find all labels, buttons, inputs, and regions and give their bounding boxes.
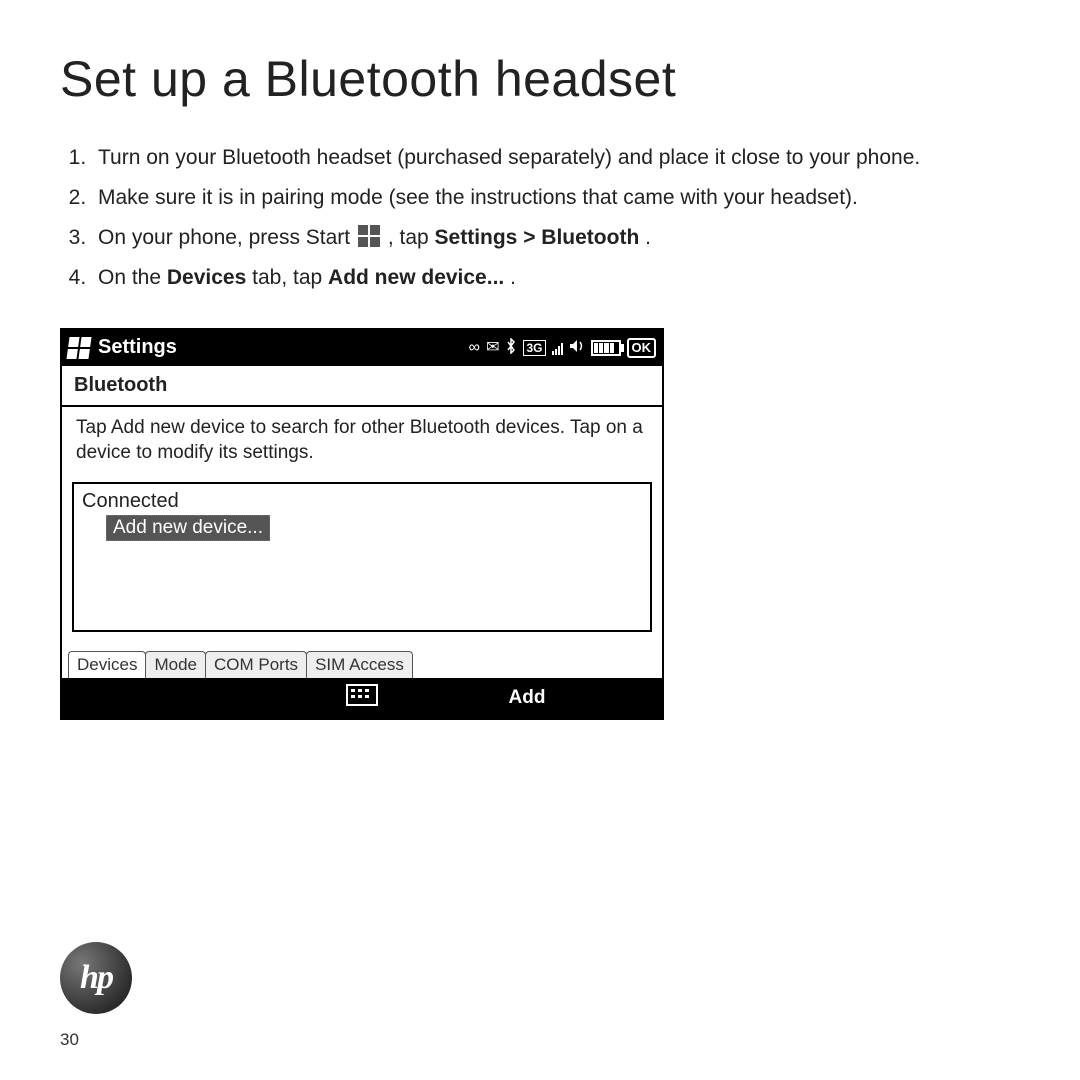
tab-strip: Devices Mode COM Ports SIM Access xyxy=(62,648,662,678)
step-3: On your phone, press Start , tap Setting… xyxy=(92,218,1020,258)
device-screenshot: Settings ∞ ✉ 3G OK Bluetooth Tap Add new… xyxy=(60,328,664,720)
list-group-label: Connected xyxy=(82,490,642,513)
step-3-text-mid: , tap xyxy=(388,226,435,249)
page-number: 30 xyxy=(60,1030,132,1050)
tab-sim-access[interactable]: SIM Access xyxy=(306,651,413,678)
titlebar-text: Settings xyxy=(98,336,177,359)
tab-devices[interactable]: Devices xyxy=(68,651,146,678)
device-listbox[interactable]: Connected Add new device... xyxy=(72,482,652,632)
screen-instruction: Tap Add new device to search for other B… xyxy=(62,407,662,482)
step-3-text-pre: On your phone, press Start xyxy=(98,226,356,249)
step-4: On the Devices tab, tap Add new device..… xyxy=(92,258,1020,298)
signal-icon xyxy=(552,341,563,355)
page-footer: hp 30 xyxy=(60,942,132,1050)
step-4-end: . xyxy=(510,266,516,289)
screen-subheader: Bluetooth xyxy=(62,366,662,407)
battery-icon xyxy=(591,340,621,356)
hp-logo: hp xyxy=(60,942,132,1014)
step-3-bold: Settings > Bluetooth xyxy=(435,226,640,249)
page-title: Set up a Bluetooth headset xyxy=(60,50,1020,108)
ok-button[interactable]: OK xyxy=(627,338,657,358)
add-new-device-item[interactable]: Add new device... xyxy=(106,515,270,541)
step-2: Make sure it is in pairing mode (see the… xyxy=(92,178,1020,218)
tab-com-ports[interactable]: COM Ports xyxy=(205,651,307,678)
step-4-mid: tab, tap xyxy=(252,266,328,289)
bluetooth-icon xyxy=(505,338,517,358)
network-badge: 3G xyxy=(523,340,545,356)
status-tray: ∞ ✉ 3G OK xyxy=(469,338,656,358)
hp-logo-text: hp xyxy=(80,959,112,997)
titlebar: Settings ∞ ✉ 3G OK xyxy=(62,330,662,366)
mail-icon: ✉ xyxy=(486,340,499,356)
windows-flag-icon xyxy=(66,337,91,359)
instruction-list: Turn on your Bluetooth headset (purchase… xyxy=(60,138,1020,298)
softkey-bar: Add xyxy=(62,678,662,718)
keyboard-button[interactable] xyxy=(332,684,392,711)
keyboard-icon xyxy=(346,684,378,706)
softkey-right-add[interactable]: Add xyxy=(392,687,662,709)
speaker-icon xyxy=(569,339,585,357)
start-icon xyxy=(358,225,380,247)
step-4-b2: Add new device... xyxy=(328,266,504,289)
voicemail-icon: ∞ xyxy=(469,340,480,356)
step-4-b1: Devices xyxy=(167,266,246,289)
step-1: Turn on your Bluetooth headset (purchase… xyxy=(92,138,1020,178)
step-4-pre: On the xyxy=(98,266,167,289)
tab-mode[interactable]: Mode xyxy=(145,651,206,678)
step-3-end: . xyxy=(645,226,651,249)
